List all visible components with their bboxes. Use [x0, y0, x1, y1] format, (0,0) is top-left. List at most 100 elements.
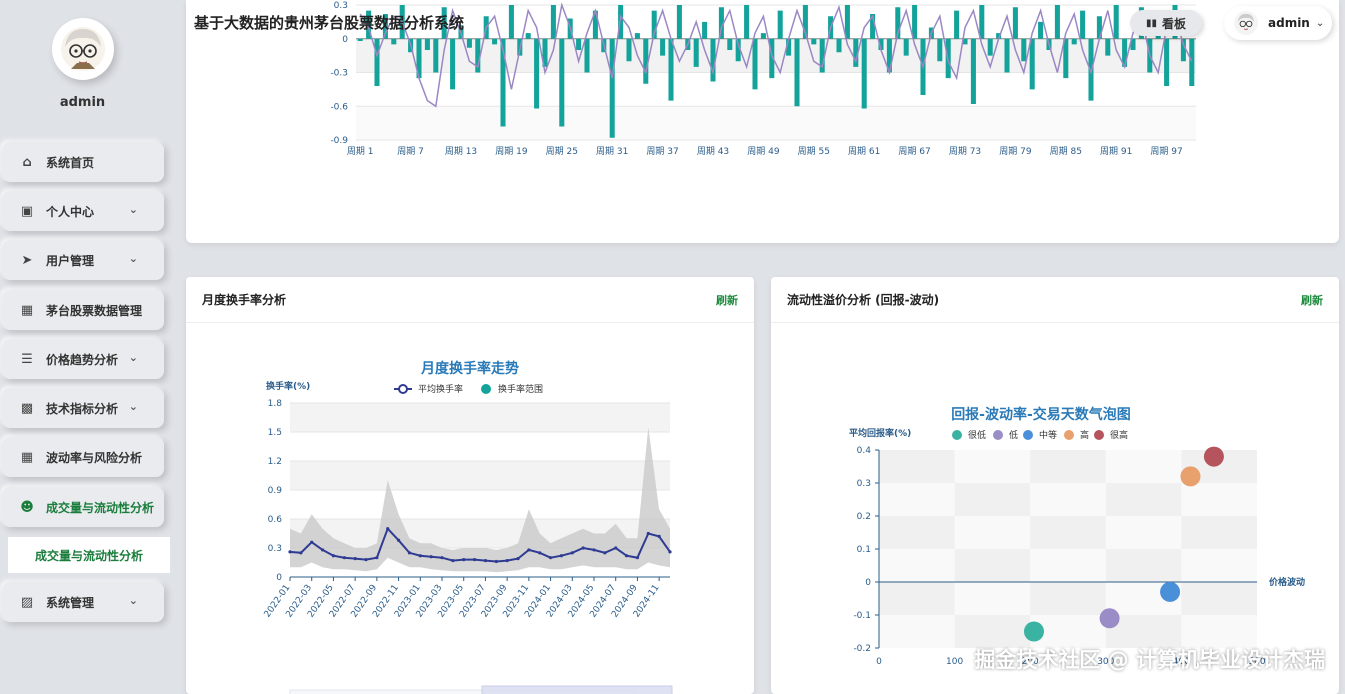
- return-bar-chart: 0.3 0 -0.3 -0.6 -0.9周期 1 周期 7 周期 13 周期 19 周期 25 周…: [330, 1, 1196, 157]
- liquidity-refresh-button[interactable]: 刷新: [1301, 292, 1323, 308]
- avg-point: [299, 551, 303, 555]
- avg-point: [364, 558, 368, 562]
- bar: [693, 38, 699, 67]
- turnover-refresh-button[interactable]: 刷新: [716, 292, 738, 308]
- bar: [937, 38, 943, 62]
- avg-point: [320, 548, 325, 552]
- legend-marker: [1094, 430, 1104, 440]
- bar: [903, 38, 909, 56]
- turnover-card: 月度换手率分析 刷新 月度换手率走势 换手率(%) 平均换手率 换手率范围 0 0.3 0.…: [186, 277, 754, 694]
- avg-point: [396, 538, 401, 542]
- bar: [1029, 38, 1035, 90]
- user-menu-button[interactable]: admin ⌄: [1224, 6, 1332, 40]
- sidebar-item-4[interactable]: ☰ 价格趋势分析 ⌄: [2, 339, 164, 379]
- chevron-down-icon: ⌄: [128, 203, 138, 216]
- grid-cell: [954, 582, 1031, 615]
- avg-point: [538, 551, 542, 555]
- avg-point: [288, 550, 292, 554]
- sliders-icon: ☰: [21, 351, 33, 367]
- bar: [979, 5, 985, 39]
- y-axis-label: 换手率(%): [266, 380, 310, 392]
- bar: [1071, 38, 1077, 45]
- bar: [374, 38, 380, 86]
- sidebar-item-label: 系统管理: [46, 595, 95, 610]
- bar: [534, 38, 540, 109]
- y-tick-label: 0.2: [857, 512, 871, 522]
- grid-cell: [954, 450, 1031, 483]
- top-chart-panel: 0.3 0 -0.3 -0.6 -0.9 周期 1 周期 7 周期 13 周期 19 周期 25 周…: [186, 0, 1339, 243]
- x-tick-label: 0: [876, 657, 882, 667]
- sidebar-item-7[interactable]: ☻ 成交量与流动性分析: [2, 487, 164, 527]
- avg-point: [429, 555, 433, 559]
- sidebar-item-6[interactable]: ▦ 波动率与风险分析: [2, 437, 164, 477]
- avg-point: [657, 534, 661, 538]
- sidebar-item-1[interactable]: ▣ 个人中心 ⌄: [2, 191, 164, 231]
- sidebar-item-5[interactable]: ▩ 技术指标分析 ⌄: [2, 388, 164, 428]
- grid-cell: [879, 483, 955, 516]
- bubble-point: [1023, 621, 1044, 642]
- bar: [727, 38, 733, 50]
- sidebar-item-2[interactable]: ➤ 用户管理 ⌄: [2, 240, 164, 280]
- y-tick-label: 0: [342, 35, 348, 45]
- bubble-point: [1099, 608, 1120, 629]
- bar: [1004, 38, 1010, 73]
- y-tick-label: -0.6: [330, 102, 348, 112]
- avatar[interactable]: [52, 18, 114, 80]
- avg-point: [603, 551, 607, 555]
- avg-point: [440, 556, 444, 560]
- liquidity-card-header: 流动性溢价分析 (回报-波动) 刷新: [771, 277, 1339, 323]
- x-tick-label: 周期 55: [798, 146, 830, 157]
- chevron-down-icon: ⌄: [128, 351, 138, 364]
- bar: [450, 38, 456, 90]
- bar: [970, 38, 976, 104]
- grid-cell: [1105, 483, 1182, 516]
- y-tick-label: 0.9: [268, 486, 283, 496]
- bar: [676, 5, 682, 39]
- avg-point: [646, 531, 650, 536]
- avg-point: [310, 540, 314, 544]
- x-tick-label: 周期 67: [898, 146, 930, 157]
- avg-point: [375, 556, 379, 560]
- x-tick-label: 周期 85: [1050, 146, 1082, 157]
- x-tick-label: 周期 91: [1100, 146, 1132, 157]
- bar: [424, 38, 430, 50]
- avg-point: [581, 546, 585, 550]
- avg-point: [559, 554, 564, 558]
- legend-marker: [993, 430, 1003, 440]
- y-tick-label: 0.1: [857, 545, 871, 555]
- legend-label: 换手率范围: [498, 383, 543, 395]
- grid-cell: [879, 615, 955, 648]
- avg-point: [668, 550, 672, 554]
- clipboard-icon: ▨: [20, 594, 34, 610]
- bar: [912, 5, 918, 39]
- turnover-card-title: 月度换手率分析: [202, 293, 287, 307]
- bar: [1021, 38, 1027, 62]
- bar: [550, 5, 556, 39]
- sidebar-item-label: 成交量与流动性分析: [46, 500, 155, 515]
- legend-marker: [952, 430, 962, 440]
- grid-cell: [1030, 516, 1106, 549]
- sidebar-subitem-volume-liquidity[interactable]: 成交量与流动性分析: [8, 537, 170, 573]
- y-tick-label: 0.4: [857, 446, 872, 456]
- chart-title: 月度换手率走势: [420, 360, 519, 377]
- y-tick-label: 1.2: [268, 457, 282, 467]
- board-button[interactable]: ▮▮ 看板: [1130, 10, 1202, 36]
- grid-cell: [879, 450, 955, 483]
- x-tick-label: 周期 43: [697, 146, 729, 157]
- grid-cell: [1181, 483, 1257, 516]
- y-tick-label: 0: [865, 578, 871, 588]
- chevron-down-icon: ⌄: [128, 252, 138, 265]
- y-axis-label: 平均回报率(%): [849, 427, 911, 439]
- grid-cell: [1105, 450, 1182, 483]
- id-card-icon: ▣: [20, 203, 34, 219]
- y-tick-label: -0.1: [853, 611, 871, 621]
- sidebar-item-8[interactable]: ▨ 系统管理 ⌄: [2, 582, 164, 622]
- bar: [811, 38, 817, 45]
- x-axis-label: 价格波动: [1269, 576, 1305, 588]
- sidebar-item-0[interactable]: ⌂ 系统首页: [2, 142, 164, 182]
- bar: [794, 38, 800, 107]
- bar: [702, 21, 708, 39]
- bar: [609, 38, 615, 138]
- sidebar-item-3[interactable]: ▦ 茅台股票数据管理: [2, 290, 164, 330]
- liquidity-card-title: 流动性溢价分析 (回报-波动): [787, 293, 940, 307]
